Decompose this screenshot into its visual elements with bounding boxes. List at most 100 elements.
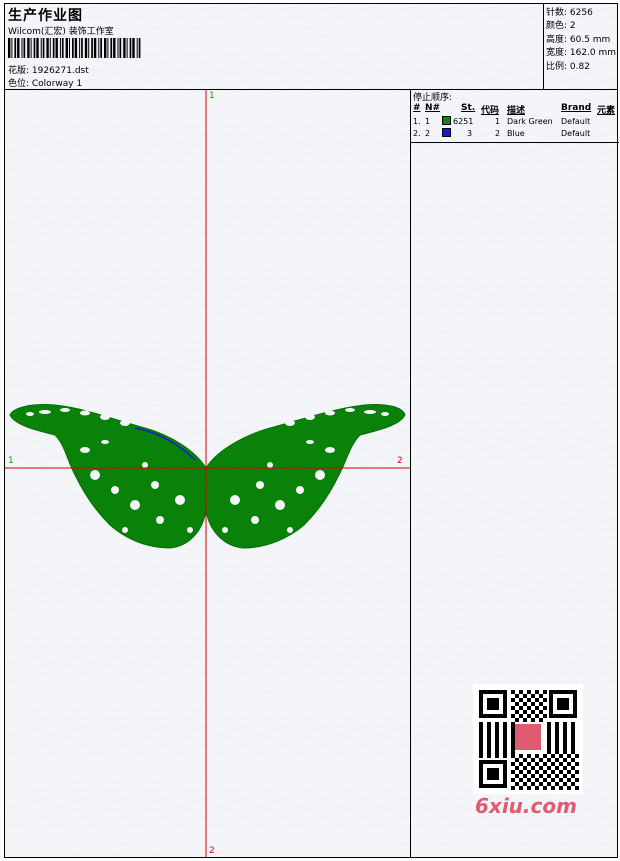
color-swatch: [442, 128, 451, 137]
qr-module: [503, 746, 507, 750]
qr-module: [531, 718, 535, 722]
qr-module: [575, 754, 579, 758]
qr-module: [479, 750, 483, 754]
qr-module: [503, 754, 507, 758]
qr-module: [571, 746, 575, 750]
colorway-name: 色位: Colorway 1: [8, 79, 83, 89]
qr-module: [555, 742, 559, 746]
left-wing: [9, 404, 207, 549]
barcode-bar: [27, 38, 30, 58]
qr-module: [555, 722, 559, 726]
qr-module: [511, 734, 515, 738]
barcode: [8, 38, 141, 58]
qr-module: [495, 750, 499, 754]
qr-logo: [515, 724, 541, 750]
row-code: 2: [495, 129, 501, 138]
qr-module: [555, 746, 559, 750]
qr-module: [555, 726, 559, 730]
qr-module: [535, 786, 539, 790]
qr-module: [547, 722, 551, 726]
qr-module: [543, 690, 547, 694]
qr-module: [571, 742, 575, 746]
qr-module: [563, 766, 567, 770]
design-width: 宽度: 162.0 mm: [546, 48, 617, 58]
barcode-bar: [123, 38, 126, 58]
row-description: Dark Green: [507, 117, 553, 126]
qr-module: [531, 774, 535, 778]
qr-module: [487, 754, 491, 758]
row-number: 1: [425, 117, 431, 126]
qr-module: [495, 746, 499, 750]
barcode-bar: [30, 38, 32, 58]
qr-module: [511, 750, 515, 754]
barcode-bar: [100, 38, 102, 58]
qr-module: [495, 730, 499, 734]
qr-module: [539, 758, 543, 762]
qr-module: [511, 742, 515, 746]
qr-module: [503, 722, 507, 726]
col-element: 元素: [597, 106, 616, 116]
qr-module: [567, 762, 571, 766]
color-swatch: [442, 116, 451, 125]
qr-module: [543, 706, 547, 710]
stop-sequence-panel: 停止顺序: # N# St. 代码 描述 Brand 元素 1. 1 6251 …: [411, 90, 619, 143]
barcode-bar: [65, 38, 68, 58]
qr-module: [479, 738, 483, 742]
qr-module: [555, 782, 559, 786]
qr-module: [555, 758, 559, 762]
qr-module: [555, 734, 559, 738]
barcode-bar: [69, 38, 70, 58]
qr-module: [559, 778, 563, 782]
qr-module: [575, 778, 579, 782]
qr-module: [511, 726, 515, 730]
qr-module: [539, 782, 543, 786]
qr-module: [543, 786, 547, 790]
barcode-bar: [93, 38, 97, 58]
qr-module: [551, 786, 555, 790]
qr-module: [519, 714, 523, 718]
qr-module: [547, 782, 551, 786]
qr-module: [571, 726, 575, 730]
qr-module: [571, 758, 575, 762]
qr-module: [511, 778, 515, 782]
qr-module: [539, 774, 543, 778]
qr-module: [539, 766, 543, 770]
qr-module: [563, 782, 567, 786]
qr-module: [511, 786, 515, 790]
qr-module: [543, 714, 547, 718]
qr-module: [531, 694, 535, 698]
qr-module: [531, 710, 535, 714]
qr-module: [527, 786, 531, 790]
qr-module: [547, 738, 551, 742]
qr-module: [519, 690, 523, 694]
barcode-bar: [74, 38, 78, 58]
barcode-bar: [42, 38, 45, 58]
qr-module: [535, 762, 539, 766]
qr-module: [495, 742, 499, 746]
qr-module: [479, 722, 483, 726]
barcode-bar: [129, 38, 132, 58]
qr-module: [543, 698, 547, 702]
qr-module: [535, 770, 539, 774]
barcode-bar: [59, 38, 61, 58]
qr-module: [563, 722, 567, 726]
qr-module: [503, 742, 507, 746]
qr-module: [575, 762, 579, 766]
qr-module: [563, 746, 567, 750]
page-title: 生产作业图: [8, 8, 83, 24]
qr-module: [511, 730, 515, 734]
stitch-count: 针数: 6256: [546, 8, 593, 18]
qr-module: [531, 766, 535, 770]
barcode-bar: [113, 38, 116, 58]
qr-module: [487, 742, 491, 746]
qr-code: [473, 684, 583, 794]
qr-module: [519, 706, 523, 710]
qr-module: [519, 762, 523, 766]
qr-module: [535, 754, 539, 758]
barcode-bar: [14, 38, 17, 58]
qr-module: [563, 738, 567, 742]
qr-module: [555, 730, 559, 734]
row-brand: Default: [561, 129, 591, 138]
barcode-bar: [119, 38, 122, 58]
qr-module: [547, 758, 551, 762]
